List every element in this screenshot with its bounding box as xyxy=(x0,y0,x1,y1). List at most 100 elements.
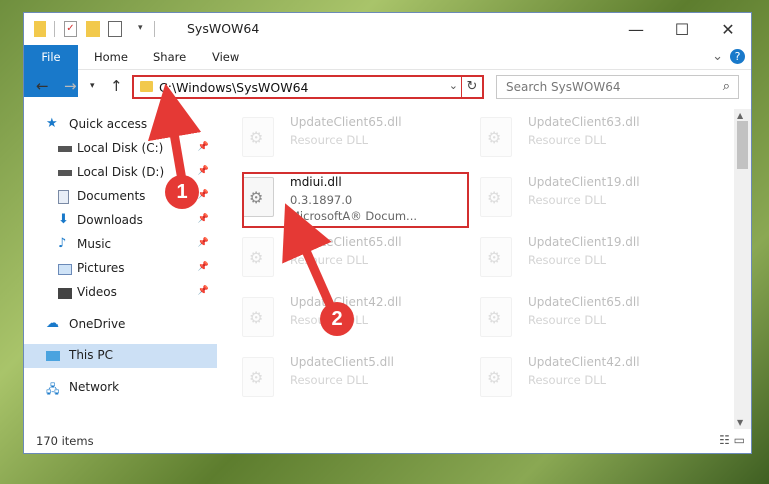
customize-toolbar-icon[interactable] xyxy=(108,21,122,37)
pin-icon: 📌 xyxy=(197,286,209,296)
sidebar-item-label: This PC xyxy=(69,348,113,362)
view-toggle-icons[interactable]: ☷ ▭ xyxy=(719,433,745,447)
file-name: UpdateClient63.dll xyxy=(528,115,640,129)
forward-arrow-icon[interactable]: → xyxy=(64,77,77,95)
file-name: UpdateClient65.dll xyxy=(290,235,402,249)
videos-icon xyxy=(58,288,72,299)
highlight-box xyxy=(242,172,469,228)
dll-file-icon xyxy=(480,357,512,397)
pin-icon: 📌 xyxy=(197,142,209,152)
list-item[interactable]: UpdateClient65.dll Resource DLL xyxy=(224,113,454,165)
drive-icon xyxy=(58,170,72,176)
explorer-window: ✓ ▾ SysWOW64 — ☐ ✕ File Home Share View … xyxy=(23,12,752,454)
dll-file-icon xyxy=(242,357,274,397)
file-name: UpdateClient19.dll xyxy=(528,175,640,189)
vertical-scrollbar[interactable]: ▲ ▼ xyxy=(734,109,751,429)
step-marker-2: 2 xyxy=(320,302,354,336)
file-name: UpdateClient42.dll xyxy=(528,355,640,369)
sidebar-item-onedrive[interactable]: ☁ OneDrive xyxy=(24,313,217,337)
file-name: UpdateClient19.dll xyxy=(528,235,640,249)
pc-icon xyxy=(46,351,60,361)
window-title: SysWOW64 xyxy=(187,21,260,36)
sidebar-item-pictures[interactable]: Pictures 📌 xyxy=(24,257,217,281)
sidebar-item-label: Local Disk (D:) xyxy=(77,165,165,179)
list-item[interactable]: UpdateClient65.dll Resource DLL xyxy=(462,293,692,345)
list-item[interactable]: UpdateClient63.dll Resource DLL xyxy=(462,113,692,165)
recent-locations-icon[interactable]: ▾ xyxy=(90,81,95,91)
sidebar-item-downloads[interactable]: ⬇ Downloads 📌 xyxy=(24,209,217,233)
list-item[interactable]: UpdateClient5.dll Resource DLL xyxy=(224,353,454,405)
documents-icon xyxy=(58,190,69,204)
address-row: ← → ▾ ↑ C:\Windows\SysWOW64 ⌄ ↻ Search S… xyxy=(24,71,751,103)
maximize-button[interactable]: ☐ xyxy=(659,13,705,45)
file-type: Resource DLL xyxy=(528,253,607,267)
scroll-down-icon[interactable]: ▼ xyxy=(737,418,743,427)
folder-icon xyxy=(140,81,153,92)
search-icon[interactable]: ⌕ xyxy=(723,79,730,94)
sidebar-item-music[interactable]: ♪ Music 📌 xyxy=(24,233,217,257)
scroll-up-icon[interactable]: ▲ xyxy=(737,111,743,120)
sidebar-item-label: Quick access xyxy=(69,117,148,131)
pin-icon: 📌 xyxy=(197,262,209,272)
minimize-button[interactable]: — xyxy=(613,13,659,45)
help-icon[interactable]: ? xyxy=(730,49,745,64)
dll-file-icon xyxy=(480,237,512,277)
divider xyxy=(54,21,55,37)
drive-icon xyxy=(58,146,72,152)
sidebar-item-network[interactable]: 🖧 Network xyxy=(24,376,217,400)
search-input[interactable]: Search SysWOW64 ⌕ xyxy=(496,75,739,99)
sidebar-item-label: Music xyxy=(77,237,112,251)
file-type: Resource DLL xyxy=(528,133,607,147)
file-type: Resource DLL xyxy=(528,193,607,207)
dll-file-icon xyxy=(480,177,512,217)
new-folder-icon[interactable] xyxy=(86,21,100,37)
back-arrow-icon[interactable]: ← xyxy=(36,77,49,95)
divider xyxy=(154,21,155,37)
navigation-pane: ★ Quick access Local Disk (C:) 📌 Local D… xyxy=(24,109,217,429)
sidebar-item-videos[interactable]: Videos 📌 xyxy=(24,281,217,305)
close-button[interactable]: ✕ xyxy=(705,13,751,45)
sidebar-item-label: Local Disk (C:) xyxy=(77,141,164,155)
sidebar-item-local-disk-c[interactable]: Local Disk (C:) 📌 xyxy=(24,137,217,161)
list-item[interactable]: UpdateClient19.dll Resource DLL xyxy=(462,233,692,285)
sidebar-item-label: Network xyxy=(69,380,120,394)
tab-share[interactable]: Share xyxy=(153,45,186,69)
list-item[interactable]: UpdateClient42.dll Resource DLL xyxy=(462,353,692,405)
address-path[interactable]: C:\Windows\SysWOW64 xyxy=(159,80,308,95)
file-type: Resource DLL xyxy=(290,133,369,147)
dll-file-icon xyxy=(242,297,274,337)
scrollbar-thumb[interactable] xyxy=(737,121,748,169)
dll-file-icon xyxy=(480,117,512,157)
dll-file-icon xyxy=(480,297,512,337)
chevron-down-icon[interactable]: ⌄ xyxy=(449,79,458,92)
tab-home[interactable]: Home xyxy=(94,45,128,69)
sidebar-item-this-pc[interactable]: This PC xyxy=(24,344,217,368)
address-bar[interactable]: C:\Windows\SysWOW64 ⌄ ↻ xyxy=(132,75,484,99)
expand-ribbon-icon[interactable]: ⌄ xyxy=(712,45,723,69)
sidebar-item-quick-access[interactable]: ★ Quick access xyxy=(24,113,217,137)
tab-view[interactable]: View xyxy=(212,45,239,69)
list-item[interactable]: UpdateClient19.dll Resource DLL xyxy=(462,173,692,225)
search-placeholder[interactable]: Search SysWOW64 xyxy=(506,80,620,94)
up-arrow-icon[interactable]: ↑ xyxy=(110,77,123,95)
onedrive-icon: ☁ xyxy=(46,316,59,331)
refresh-icon[interactable]: ↻ xyxy=(461,77,482,97)
star-icon: ★ xyxy=(46,116,58,131)
sidebar-item-label: OneDrive xyxy=(69,317,126,331)
pictures-icon xyxy=(58,264,72,275)
file-list: UpdateClient65.dll Resource DLL UpdateCl… xyxy=(224,109,734,429)
chevron-down-icon[interactable]: ▾ xyxy=(138,23,143,39)
file-type: Resource DLL xyxy=(290,373,369,387)
ribbon-tabs: File Home Share View ⌄ ? xyxy=(24,45,751,97)
pin-icon: 📌 xyxy=(197,214,209,224)
file-type: Resource DLL xyxy=(528,373,607,387)
status-bar: 170 items ☷ ▭ xyxy=(24,429,751,453)
sidebar-item-label: Downloads xyxy=(77,213,143,227)
list-item[interactable]: UpdateClient65.dll Resource DLL xyxy=(224,233,454,285)
sidebar-item-label: Pictures xyxy=(77,261,125,275)
properties-icon[interactable]: ✓ xyxy=(64,21,77,37)
pin-icon: 📌 xyxy=(197,166,209,176)
sidebar-item-label: Videos xyxy=(77,285,117,299)
file-name: UpdateClient65.dll xyxy=(528,295,640,309)
network-icon: 🖧 xyxy=(46,382,60,396)
